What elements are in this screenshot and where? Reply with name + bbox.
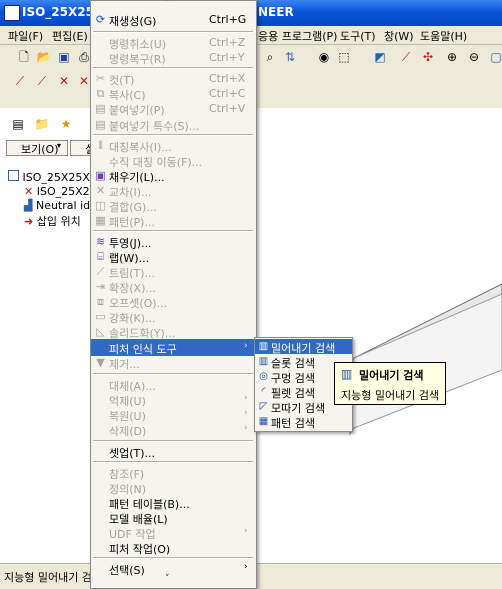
chevron-down-icon: ▾ (57, 141, 62, 150)
tooltip-title: 밀어내기 검색 (359, 369, 424, 382)
csys-icon: ✕ (24, 185, 34, 198)
pattern-search-icon: ▦ (258, 416, 269, 427)
paste-icon: ▤ (95, 102, 106, 115)
menu-item-select[interactable]: 선택(S) › (91, 560, 256, 577)
menu-window[interactable]: 창(W) (382, 27, 416, 45)
save-icon[interactable]: ▣ (56, 49, 72, 65)
menu-separator (93, 440, 253, 442)
select-box-icon[interactable]: ⬚ (336, 49, 352, 65)
wrap-icon: ⌸ (97, 250, 104, 263)
menu-separator (93, 373, 253, 375)
menu-help[interactable]: 도움말(H) (418, 27, 469, 45)
menu-edit[interactable]: 편집(E) (50, 27, 90, 45)
solidify-icon: ◺ (96, 325, 105, 338)
tree-item-label: 삽입 위치 (36, 215, 81, 228)
trim-icon: ⟋ (96, 265, 105, 278)
new-file-icon[interactable]: 🗋 (16, 49, 32, 65)
favorites-tab-icon[interactable]: ★ (58, 116, 74, 132)
model-geometry (348, 283, 502, 436)
mirror-icon: ⫴ (98, 139, 103, 152)
menu-file[interactable]: 파일(F) (6, 27, 45, 45)
extrude-search-icon: ▥ (341, 367, 353, 381)
chamfer-search-icon: ◸ (259, 401, 268, 412)
datum-plane-icon[interactable]: ⟋ (12, 73, 28, 89)
menu-item-solidify[interactable]: ◺ 솔리드화(Y)... (91, 323, 256, 340)
fill-icon: ▣ (95, 169, 106, 182)
chevron-right-icon: › (244, 341, 248, 351)
tree-item-insert-here[interactable]: ➜ 삽입 위치 (24, 213, 81, 229)
extend-icon: ⇥ (95, 280, 106, 293)
intersect-icon: ✕ (95, 184, 106, 197)
extrude-search-icon: ▥ (258, 341, 269, 352)
chevron-right-icon: › (244, 526, 248, 536)
app-icon (4, 5, 20, 21)
datum-csys-icon[interactable]: ✕ (56, 73, 72, 89)
refit-icon[interactable]: ▢ (488, 49, 502, 65)
graphics-window[interactable] (254, 108, 502, 563)
part-icon (8, 170, 19, 181)
insert-arrow-icon: ➜ (24, 215, 34, 228)
merge-icon: ◫ (95, 199, 106, 212)
zoom-in-icon[interactable]: ⊕ (444, 49, 460, 65)
submenu-item-extrude-search[interactable]: ▥ 밀어내기 검색 (255, 339, 352, 355)
menu-item-regenerate[interactable]: ⟳ 재생성(G) Ctrl+G (91, 11, 256, 28)
menu-item-feature-operations[interactable]: 피처 작업(O) (91, 539, 256, 556)
thicken-icon: ▭ (95, 310, 106, 323)
slot-search-icon: ▥ (258, 356, 269, 367)
offset-icon: ⧈ (97, 295, 104, 308)
menu-separator (93, 67, 253, 69)
remove-icon: ▼ (96, 356, 105, 369)
menu-item-pattern[interactable]: ▦ 패턴(P)... (91, 212, 256, 229)
chevron-right-icon: › (244, 423, 248, 433)
binocular-search-icon[interactable]: ◉ (316, 49, 332, 65)
scroll-down-icon[interactable]: ˅ (165, 574, 170, 584)
window-title-suffix: NEER (258, 5, 294, 19)
sort-icon[interactable]: ⇅ (282, 49, 298, 65)
context-menu: ˄ ⟳ 재생성(G) Ctrl+G 명령취소(U) Ctrl+Z 명령복구(R)… (90, 0, 257, 589)
tooltip-description: 지능형 밀어내기 검색 (341, 389, 440, 402)
scroll-up-icon[interactable]: ˄ (165, 0, 170, 9)
tooltip: ▥ 밀어내기 검색 지능형 밀어내기 검색 (334, 362, 446, 405)
folder-browser-tab-icon[interactable]: 📁 (34, 116, 50, 132)
project-icon: ≋ (95, 235, 106, 248)
chevron-right-icon: › (244, 562, 248, 572)
regenerate-icon: ⟳ (95, 13, 106, 26)
hole-search-icon: ◎ (259, 371, 268, 382)
copy-icon: ⧉ (96, 87, 105, 100)
view-dropdown-button[interactable]: 보기(O) ▾ (6, 140, 68, 156)
paste-special-icon: ▤ (95, 118, 106, 131)
chevron-right-icon: › (244, 408, 248, 418)
menu-item-redo[interactable]: 명령복구(R) Ctrl+Y (91, 49, 256, 66)
zoom-out-icon[interactable]: ⊖ (466, 49, 482, 65)
chevron-right-icon: › (244, 393, 248, 403)
binoculars-icon[interactable]: ⌕ (262, 49, 278, 65)
import-feature-icon: ▟ (24, 199, 33, 212)
menu-item-delete[interactable]: 삭제(D) › (91, 421, 256, 438)
datum-axis-icon[interactable]: ⟋ (34, 73, 50, 89)
datum-point-icon[interactable]: ✣ (420, 49, 436, 65)
pattern-icon: ▦ (95, 214, 106, 227)
menu-item-paste-special[interactable]: ▤ 붙여넣기 특수(S)... (91, 116, 256, 133)
menu-item-remove[interactable]: ▼ 제거... (91, 354, 256, 371)
submenu-item-pattern-search[interactable]: ▦ 패턴 검색 (255, 414, 352, 430)
menu-item-paste[interactable]: ▤ 붙여넣기(P) Ctrl+V (91, 100, 256, 117)
menu-separator (93, 134, 253, 136)
menu-separator (93, 230, 253, 232)
menu-applications[interactable]: 응용 프로그램(P) (256, 27, 339, 45)
cut-icon: ✂ (95, 72, 106, 85)
open-folder-icon[interactable]: 📂 (36, 49, 52, 65)
sketch-icon[interactable]: ◩ (372, 49, 388, 65)
menu-item-setup[interactable]: 셋업(T)... (91, 443, 256, 460)
model-tree-tab-icon[interactable]: ▤ (10, 116, 26, 132)
status-message: 지능형 밀어내기 검색 (4, 571, 103, 584)
fillet-search-icon: ◜ (261, 386, 266, 397)
menu-separator (93, 31, 253, 33)
menu-separator (93, 557, 253, 559)
view-button-label: 보기(O) (21, 143, 59, 156)
model-tree-panel: ▤ 📁 ★ 보기(O) ▾ 설 ISO_25X25X2_00 ✕ ISO_25X… (0, 108, 116, 563)
menu-separator (93, 461, 253, 463)
menu-tools[interactable]: 도구(T) (338, 27, 378, 45)
datum-curve-icon[interactable]: ⟋ (398, 49, 414, 65)
